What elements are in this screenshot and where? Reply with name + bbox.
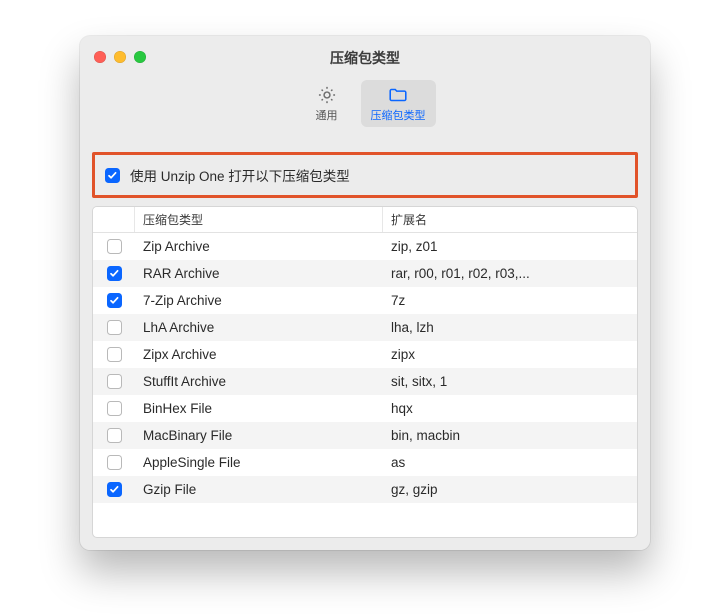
tab-general[interactable]: 通用 xyxy=(295,80,359,127)
row-name: RAR Archive xyxy=(135,266,383,281)
row-checkbox-cell xyxy=(93,401,135,416)
preferences-window: 压缩包类型 通用 压缩包类型 使用 Unzi xyxy=(80,36,650,550)
row-name: AppleSingle File xyxy=(135,455,383,470)
row-checkbox-cell xyxy=(93,320,135,335)
row-checkbox-cell xyxy=(93,347,135,362)
row-name: BinHex File xyxy=(135,401,383,416)
row-name: Zip Archive xyxy=(135,239,383,254)
file-types-table: 压缩包类型 扩展名 Zip Archivezip, z01RAR Archive… xyxy=(92,206,638,538)
row-checkbox-cell xyxy=(93,428,135,443)
row-checkbox[interactable] xyxy=(107,320,122,335)
row-name: StuffIt Archive xyxy=(135,374,383,389)
column-header-type[interactable]: 压缩包类型 xyxy=(135,207,383,232)
table-row[interactable]: LhA Archivelha, lzh xyxy=(93,314,637,341)
master-toggle-row: 使用 Unzip One 打开以下压缩包类型 xyxy=(92,152,638,198)
row-name: Gzip File xyxy=(135,482,383,497)
row-name: Zipx Archive xyxy=(135,347,383,362)
row-checkbox[interactable] xyxy=(107,347,122,362)
gear-icon xyxy=(316,84,338,106)
table-row[interactable]: BinHex Filehqx xyxy=(93,395,637,422)
table-header: 压缩包类型 扩展名 xyxy=(93,207,637,233)
toolbar: 通用 压缩包类型 xyxy=(80,80,650,136)
row-ext: as xyxy=(383,455,637,470)
row-checkbox[interactable] xyxy=(107,401,122,416)
tab-general-label: 通用 xyxy=(316,107,338,123)
master-checkbox[interactable] xyxy=(105,168,120,183)
folder-icon xyxy=(387,84,409,106)
table-row[interactable]: AppleSingle Fileas xyxy=(93,449,637,476)
column-header-ext[interactable]: 扩展名 xyxy=(383,207,637,232)
row-checkbox-cell xyxy=(93,374,135,389)
row-name: 7-Zip Archive xyxy=(135,293,383,308)
row-name: LhA Archive xyxy=(135,320,383,335)
row-checkbox[interactable] xyxy=(107,428,122,443)
row-ext: gz, gzip xyxy=(383,482,637,497)
row-checkbox[interactable] xyxy=(107,455,122,470)
table-row[interactable]: 7-Zip Archive7z xyxy=(93,287,637,314)
row-checkbox-cell xyxy=(93,266,135,281)
titlebar: 压缩包类型 xyxy=(80,36,650,80)
row-ext: zipx xyxy=(383,347,637,362)
row-ext: lha, lzh xyxy=(383,320,637,335)
table-row[interactable]: RAR Archiverar, r00, r01, r02, r03,... xyxy=(93,260,637,287)
table-row[interactable]: Gzip Filegz, gzip xyxy=(93,476,637,503)
table-body: Zip Archivezip, z01RAR Archiverar, r00, … xyxy=(93,233,637,537)
tab-types[interactable]: 压缩包类型 xyxy=(361,80,436,127)
table-row[interactable]: MacBinary Filebin, macbin xyxy=(93,422,637,449)
row-ext: rar, r00, r01, r02, r03,... xyxy=(383,266,637,281)
window-title: 压缩包类型 xyxy=(330,48,400,68)
row-checkbox-cell xyxy=(93,239,135,254)
row-ext: zip, z01 xyxy=(383,239,637,254)
tab-types-label: 压缩包类型 xyxy=(371,107,426,123)
row-ext: hqx xyxy=(383,401,637,416)
traffic-lights xyxy=(94,51,146,63)
table-row[interactable]: StuffIt Archivesit, sitx, 1 xyxy=(93,368,637,395)
row-name: MacBinary File xyxy=(135,428,383,443)
zoom-icon[interactable] xyxy=(134,51,146,63)
row-checkbox[interactable] xyxy=(107,266,122,281)
row-checkbox-cell xyxy=(93,293,135,308)
column-header-checkbox[interactable] xyxy=(93,207,135,232)
table-row[interactable]: Zip Archivezip, z01 xyxy=(93,233,637,260)
row-checkbox[interactable] xyxy=(107,293,122,308)
master-checkbox-label: 使用 Unzip One 打开以下压缩包类型 xyxy=(130,165,350,185)
close-icon[interactable] xyxy=(94,51,106,63)
row-ext: bin, macbin xyxy=(383,428,637,443)
minimize-icon[interactable] xyxy=(114,51,126,63)
row-checkbox-cell xyxy=(93,482,135,497)
row-checkbox[interactable] xyxy=(107,239,122,254)
row-ext: 7z xyxy=(383,293,637,308)
row-checkbox-cell xyxy=(93,455,135,470)
row-checkbox[interactable] xyxy=(107,374,122,389)
table-row[interactable]: Zipx Archivezipx xyxy=(93,341,637,368)
content-area: 使用 Unzip One 打开以下压缩包类型 压缩包类型 扩展名 Zip Arc… xyxy=(80,136,650,550)
row-checkbox[interactable] xyxy=(107,482,122,497)
row-ext: sit, sitx, 1 xyxy=(383,374,637,389)
